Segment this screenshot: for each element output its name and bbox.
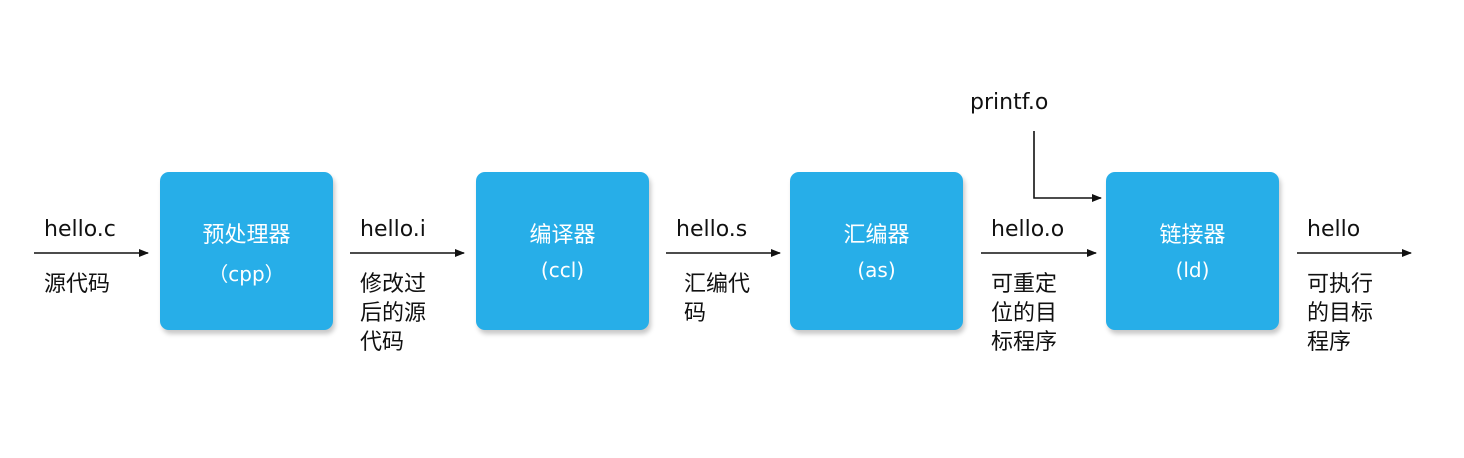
file-desc-hello-s: 汇编代 码	[684, 272, 751, 326]
file-desc-hello: 可执行 的目标 程序	[1307, 272, 1374, 355]
file-label-hello-c: hello.c	[44, 217, 116, 242]
file-desc-hello-i: 修改过 后的源 代码	[360, 272, 427, 355]
file-label-hello-i: hello.i	[360, 217, 426, 242]
stage-tool: (ccl)	[540, 258, 585, 282]
stage-tool: (as)	[857, 258, 896, 282]
file-label-hello-s: hello.s	[676, 217, 748, 242]
file-desc-hello-c: 源代码	[44, 272, 111, 297]
file-desc-hello-o: 可重定 位的目 标程序	[991, 272, 1058, 355]
stage-name: 编译器	[529, 223, 596, 248]
stage-name: 链接器	[1159, 223, 1226, 248]
stage-tool: (ld)	[1175, 258, 1210, 282]
file-label-hello: hello	[1307, 217, 1361, 242]
file-label-printf-o: printf.o	[970, 90, 1049, 115]
stage-tool: （cpp）	[208, 262, 285, 286]
arrow-printf-to-ld	[1033, 131, 1102, 202]
stage-name: 预处理器	[202, 223, 291, 248]
file-label-hello-o: hello.o	[991, 217, 1065, 242]
stage-box-compiler: 编译器 (ccl)	[476, 172, 649, 330]
stage-box-assembler: 汇编器 (as)	[790, 172, 963, 330]
stage-box-preprocessor: 预处理器 （cpp）	[160, 172, 333, 330]
stage-name: 汇编器	[843, 223, 910, 248]
stage-box-linker: 链接器 (ld)	[1106, 172, 1279, 330]
